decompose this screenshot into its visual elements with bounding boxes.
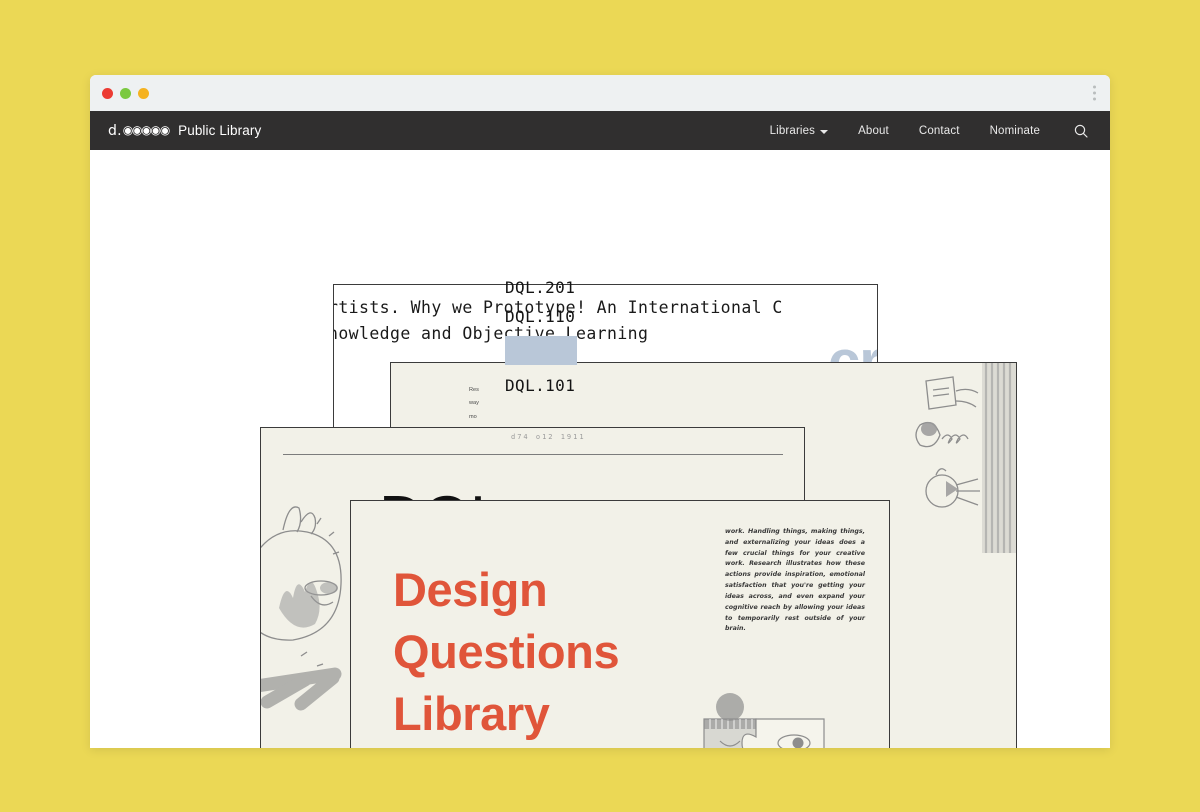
nav-item-nominate[interactable]: Nominate (990, 125, 1040, 137)
dql-color-swatch (505, 336, 577, 365)
card1-headline-line2: nowledge and Objective Learning (333, 323, 649, 343)
nav-item-about[interactable]: About (858, 125, 889, 137)
hero-paragraph: work. Handling things, making things, an… (725, 528, 865, 633)
nav-item-libraries[interactable]: Libraries (769, 124, 829, 137)
browser-titlebar (90, 75, 1110, 111)
dql-code-item[interactable]: DQL.201 (505, 278, 577, 297)
nav-item-contact[interactable]: Contact (919, 125, 960, 137)
hero-title-line2: Questions (393, 625, 620, 679)
brand-prefix: d. (108, 122, 122, 139)
nav-item-libraries-label: Libraries (769, 124, 816, 137)
nav-links: Libraries About Contact Nominate (770, 124, 1088, 138)
hero-title-line3: Library (393, 687, 550, 741)
hero-title: Design Questions Library (393, 559, 620, 745)
search-icon[interactable] (1074, 124, 1088, 138)
brand-logo[interactable]: d. ◉◉◉◉◉ Public Library (108, 123, 261, 139)
brand-glyph-circles: ◉◉◉◉◉ (122, 123, 171, 137)
browser-window: d. ◉◉◉◉◉ Public Library Libraries About C… (90, 75, 1110, 748)
card2-sketch-illustration-icon (906, 363, 1016, 708)
dql-code-item[interactable]: DQL.110 (505, 307, 577, 326)
card-hero-design-questions-library[interactable]: Design Questions Library work. Handling … (350, 500, 890, 748)
card1-headline: rtists. Why we Prototype! An Internation… (333, 285, 877, 346)
card3-micro-text: d74 o12 1911 (511, 433, 586, 441)
card-stage: rtists. Why we Prototype! An Internation… (90, 150, 1110, 748)
hero-title-line1: Design (393, 563, 548, 616)
close-window-button[interactable] (102, 87, 113, 99)
dql-code-list: DQL.201 DQL.110 DQL.101 (505, 278, 577, 405)
minimize-window-button[interactable] (120, 87, 131, 99)
window-traffic-lights (102, 87, 149, 99)
site-navbar: d. ◉◉◉◉◉ Public Library Libraries About C… (90, 111, 1110, 150)
brand-name-label: Public Library (178, 122, 262, 138)
card1-headline-line1: rtists. Why we Prototype! An Internation… (333, 298, 783, 317)
kebab-menu-icon[interactable] (1093, 85, 1096, 101)
dql-code-item[interactable]: DQL.101 (505, 376, 577, 395)
dschool-logo-icon: d. ◉◉◉◉◉ (108, 122, 171, 139)
chevron-down-icon (820, 129, 829, 134)
maximize-window-button[interactable] (138, 87, 149, 99)
card4-puzzle-faces-illustration-icon (694, 689, 889, 748)
card3-divider-top (283, 454, 783, 455)
